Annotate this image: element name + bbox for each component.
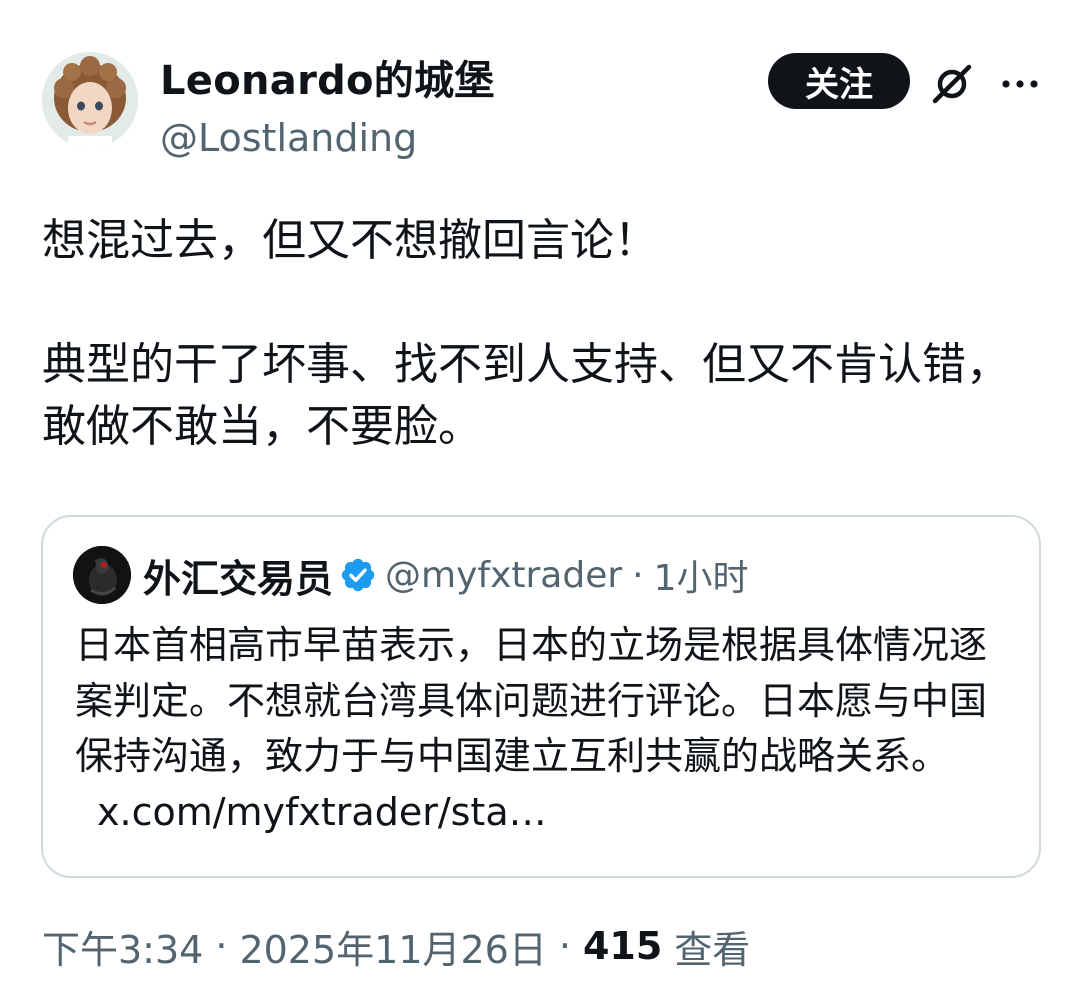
quote-timestamp[interactable]: 1小时 — [654, 549, 749, 601]
tweet-metadata: 下午3:34 · 2025年11月26日 · 415 查看 — [42, 918, 750, 974]
quoted-tweet-card[interactable]: 外汇交易员 @myfxtrader · 1小时 日本首相高市早苗表示，日本的立场… — [41, 515, 1041, 878]
tweet-detail: Leonardo的城堡 @Lostlanding 关注 想混过去，但又不想撤回言… — [0, 0, 1080, 984]
author-display-name[interactable]: Leonardo的城堡 — [160, 54, 495, 108]
avatar-image — [42, 52, 138, 148]
separator-dot: · — [632, 554, 644, 596]
verified-badge-icon — [339, 556, 377, 594]
tweet-paragraph: 典型的干了坏事、找不到人支持、但又不肯认错，敢做不敢当，不要脸。 — [42, 339, 1010, 452]
quote-author-avatar[interactable] — [73, 546, 131, 604]
post-date[interactable]: 2025年11月26日 — [239, 919, 546, 974]
views-label: 查看 — [674, 927, 751, 972]
views-count: 415 — [582, 924, 663, 968]
grok-icon[interactable] — [928, 60, 976, 108]
quote-header: 外汇交易员 @myfxtrader · 1小时 — [143, 547, 749, 603]
quote-link[interactable]: x.com/myfxtrader/sta… — [97, 790, 547, 834]
author-avatar[interactable] — [42, 52, 138, 148]
quote-author-name[interactable]: 外汇交易员 — [143, 548, 333, 603]
quote-body: 日本首相高市早苗表示，日本的立场是根据具体情况逐案判定。不想就台湾具体问题进行评… — [75, 623, 988, 778]
separator-dot: · — [558, 924, 571, 968]
tweet-paragraph: 想混过去，但又不想撤回言论！ — [42, 215, 658, 266]
quote-author-handle[interactable]: @myfxtrader — [385, 555, 622, 596]
author-handle[interactable]: @Lostlanding — [160, 112, 417, 164]
more-icon[interactable] — [996, 60, 1044, 108]
separator-dot: · — [215, 924, 228, 968]
post-time[interactable]: 下午3:34 — [42, 919, 203, 974]
follow-button[interactable]: 关注 — [768, 53, 910, 109]
tweet-text: 想混过去，但又不想撤回言论！ 典型的干了坏事、找不到人支持、但又不肯认错，敢做不… — [42, 210, 1042, 458]
quote-avatar-image — [73, 546, 131, 604]
quote-text: 日本首相高市早苗表示，日本的立场是根据具体情况逐案判定。不想就台湾具体问题进行评… — [75, 618, 1015, 840]
